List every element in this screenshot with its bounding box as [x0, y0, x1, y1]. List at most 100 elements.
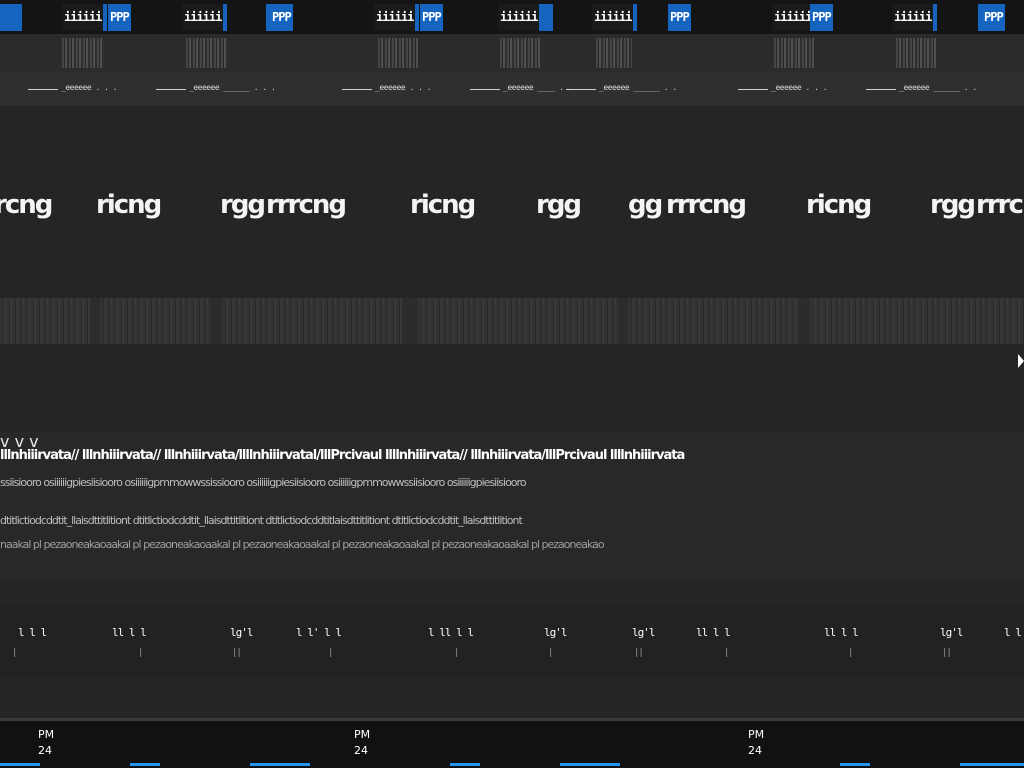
tab[interactable]: PPP [978, 4, 1005, 31]
toolbar-button[interactable] [186, 38, 228, 68]
image-placeholder[interactable] [222, 298, 402, 344]
image-strip [0, 298, 1024, 344]
taskbar-active-indicator [560, 763, 620, 766]
tab[interactable] [0, 4, 22, 31]
headline-word: rgg [220, 190, 266, 220]
headline-word: rcng [0, 190, 53, 220]
tick-mark: | [454, 648, 460, 658]
tick-row: l l l ll l l lg'l l l' l l l ll l l lg'l… [0, 606, 1024, 676]
tab-label: PPP [270, 4, 293, 31]
taskbar-active-indicator [450, 763, 480, 766]
meta-label[interactable]: _eeeeee . . . [28, 83, 118, 92]
listing-subtitle-row: ssiisiooro osiiiiiigpiesiisiooro osiiiii… [0, 476, 527, 489]
tab[interactable]: iiiiii [374, 4, 420, 31]
meta-label[interactable]: _eeeeee . . . [738, 83, 828, 92]
tab[interactable]: iiiiii [892, 4, 938, 31]
toolbar-button[interactable] [896, 38, 936, 68]
tab-label: PPP [982, 4, 1005, 31]
meta-label[interactable]: _eeeeee ______ . . [866, 83, 977, 92]
tab[interactable]: iiiiii [62, 4, 108, 31]
toolbar-button[interactable] [596, 38, 632, 68]
image-placeholder[interactable] [810, 298, 1024, 344]
tick-label: lg'l [230, 626, 253, 639]
toolbar-button[interactable] [378, 38, 418, 68]
tick-mark: || [232, 648, 242, 658]
headline-word: ricng [96, 190, 162, 220]
clock-time: PM [748, 728, 765, 741]
headline-word: rgg [536, 190, 582, 220]
taskbar-active-indicator [960, 763, 1024, 766]
headline-word: rrrcng [976, 190, 1024, 220]
main-content: rcng ricng rgg rrrcng ricng rgg gg rrrcn… [0, 106, 1024, 718]
taskbar-active-indicator [130, 763, 160, 766]
meta-label[interactable]: _eeeeee ______ . . . [156, 83, 276, 92]
listing-location-row: naakal pl pezaoneakaoaakal pl pezaoneaka… [0, 538, 605, 551]
toolbar [0, 34, 1024, 72]
tab[interactable]: PPP [810, 4, 833, 31]
tick-label: l l l [18, 626, 47, 639]
tick-label: ll l l [696, 626, 731, 639]
listing-detail-row: dtitlictiodcddtit_llaisdttitlitiont dtit… [0, 514, 523, 527]
tab-label: iiiiii [772, 4, 814, 31]
meta-label[interactable]: _eeeeee . . . [342, 83, 432, 92]
tick-label: l l' l l [296, 626, 342, 639]
taskbar-active-indicator [0, 763, 40, 766]
browser-tab-strip: iiiiii PPP iiiiii PPP iiiiii PPP iiiiii … [0, 0, 1024, 34]
headline-word: rrrcng [666, 190, 747, 220]
headline-word: ricng [410, 190, 476, 220]
tick-mark: || [942, 648, 952, 658]
system-clock[interactable]: PM 24 [748, 727, 764, 759]
tick-label: ll l l [824, 626, 859, 639]
headline-word: rrrcng [266, 190, 347, 220]
tick-mark: | [724, 648, 730, 658]
meta-label[interactable]: _eeeeee ____ . . [470, 83, 573, 92]
tick-label: lg'l [940, 626, 963, 639]
tab-label: iiiiii [182, 4, 224, 31]
headline-row: rcng ricng rgg rrrcng ricng rgg gg rrrcn… [0, 190, 1024, 230]
clock-time: PM [354, 728, 371, 741]
tab[interactable]: PPP [668, 4, 691, 31]
tick-label: ll l l [112, 626, 147, 639]
tab[interactable]: PPP [266, 4, 293, 31]
image-placeholder[interactable] [628, 298, 798, 344]
tick-label: lg'l [544, 626, 567, 639]
tab-label: PPP [108, 4, 131, 31]
tab[interactable]: iiiiii [182, 4, 228, 31]
toolbar-button[interactable] [500, 38, 540, 68]
tick-mark: || [634, 648, 644, 658]
image-placeholder[interactable] [100, 298, 210, 344]
tab-label: iiiiii [892, 4, 934, 31]
tab-label: iiiiii [592, 4, 634, 31]
tick-label: lg'l [632, 626, 655, 639]
tick-label: l ll l l [428, 626, 474, 639]
listing-title-row[interactable]: lllnhiiirvata// lllnhiiirvata// lllnhiii… [0, 448, 1024, 463]
tab[interactable]: iiiiii [592, 4, 638, 31]
image-placeholder[interactable] [418, 298, 618, 344]
headline-word: ricng [806, 190, 872, 220]
tab-label: iiiiii [374, 4, 416, 31]
system-clock[interactable]: PM 24 [354, 727, 370, 759]
headline-word: gg [628, 190, 663, 220]
toolbar-button[interactable] [62, 38, 104, 68]
tab[interactable]: PPP [108, 4, 131, 31]
taskbar-active-indicator [840, 763, 870, 766]
taskbar: PM 24 PM 24 PM 24 [0, 718, 1024, 768]
tab-label: PPP [668, 4, 691, 31]
toolbar-button[interactable] [774, 38, 814, 68]
address-bar-row: _eeeeee . . . _eeeeee ______ . . . _eeee… [0, 72, 1024, 106]
image-placeholder[interactable] [0, 298, 90, 344]
tab-label: iiiiii [498, 4, 540, 31]
mouse-cursor-icon [1018, 354, 1024, 368]
clock-date: 24 [38, 744, 52, 757]
taskbar-active-indicator [250, 763, 310, 766]
tick-mark: | [848, 648, 854, 658]
tab-label: PPP [810, 4, 833, 31]
tab[interactable]: iiiiii [498, 4, 554, 31]
system-clock[interactable]: PM 24 [38, 727, 54, 759]
tick-mark: | [548, 648, 554, 658]
tick-mark: | [12, 648, 18, 658]
tick-label: l l [1004, 626, 1022, 639]
meta-label[interactable]: _eeeeee ______ . . [566, 83, 677, 92]
tab[interactable]: PPP [420, 4, 443, 31]
glitched-desktop-screen: iiiiii PPP iiiiii PPP iiiiii PPP iiiiii … [0, 0, 1024, 768]
